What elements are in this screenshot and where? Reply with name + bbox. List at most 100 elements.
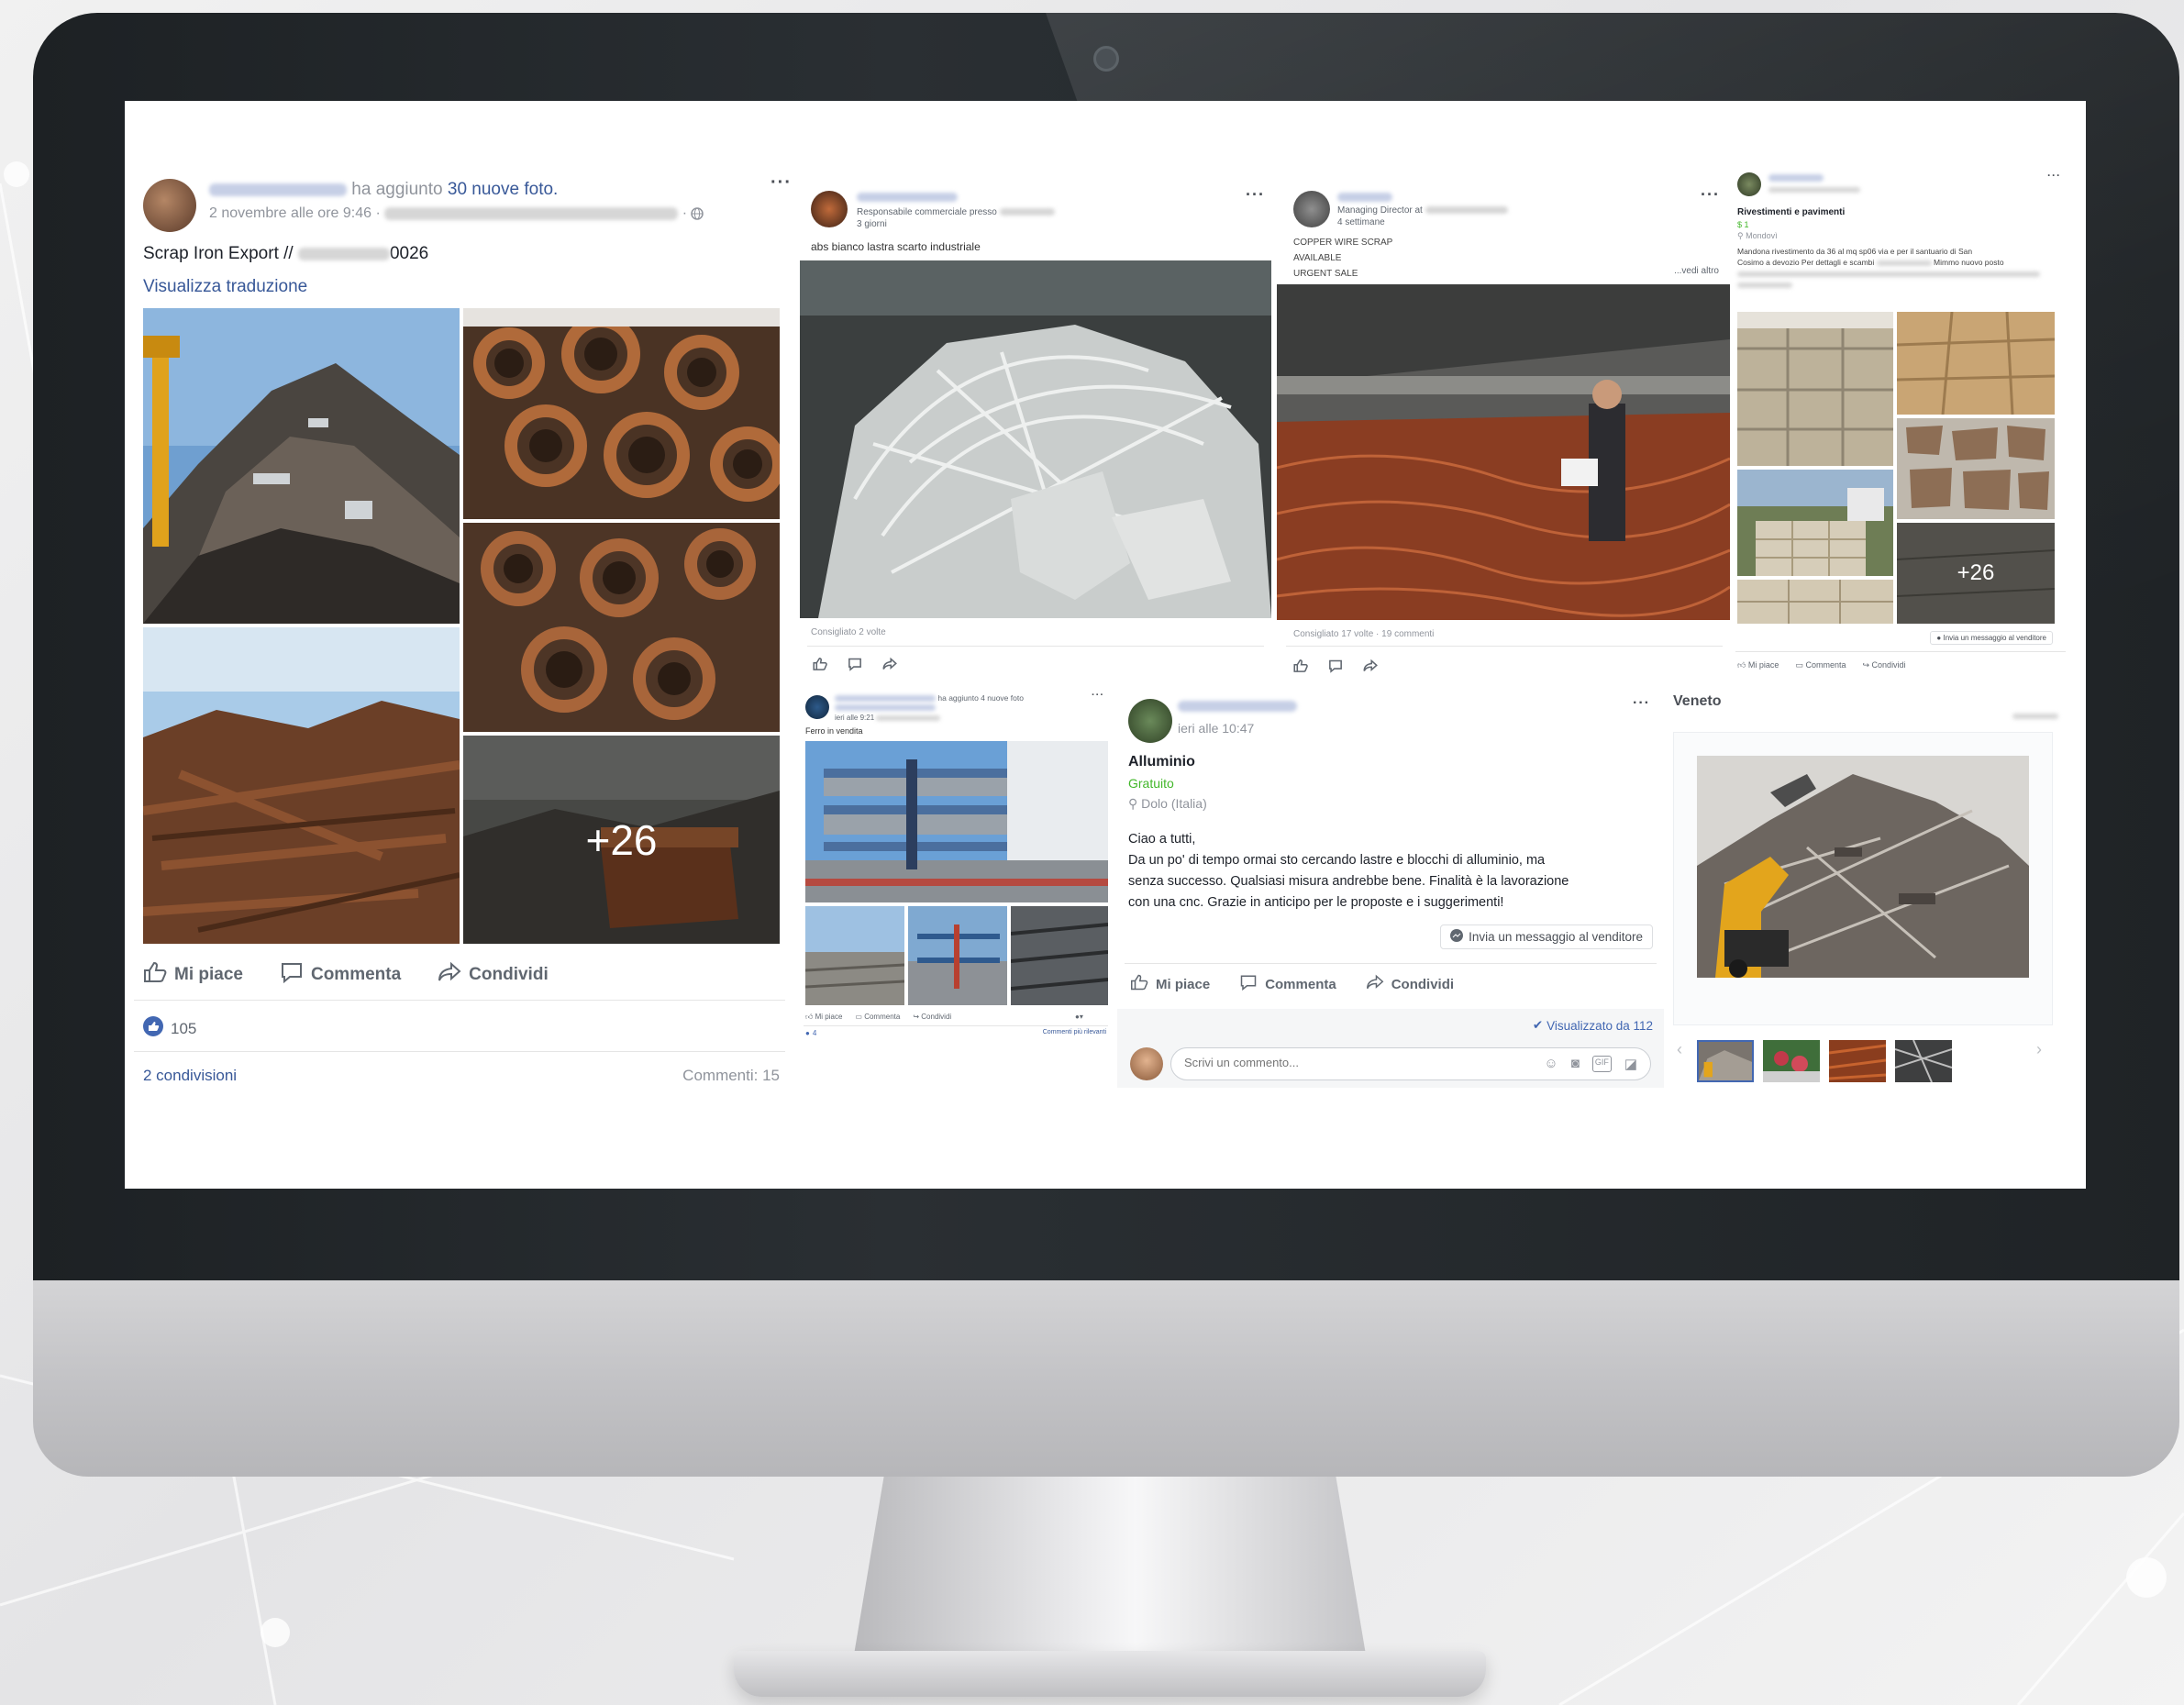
- photo-iron-yard-1[interactable]: [805, 906, 904, 1005]
- like-icon[interactable]: [813, 657, 827, 676]
- gif-icon[interactable]: GIF: [1591, 1056, 1612, 1072]
- thumbnail-4[interactable]: [1895, 1040, 1952, 1082]
- author-name[interactable]: [1337, 193, 1392, 202]
- avatar[interactable]: [811, 191, 848, 227]
- comment-label: Commenta: [1265, 976, 1336, 992]
- more-options-icon[interactable]: ···: [1701, 185, 1720, 205]
- post-date[interactable]: 2 novembre alle ore 9:46: [209, 205, 371, 221]
- time-blurred: [2012, 714, 2058, 719]
- photo-stone-3[interactable]: [1897, 418, 2055, 519]
- chevron-right-icon[interactable]: ›: [2036, 1040, 2042, 1059]
- photo-more[interactable]: +26: [1897, 523, 2055, 624]
- camera-icon[interactable]: ◙: [1571, 1056, 1580, 1072]
- sticker-icon[interactable]: ◪: [1624, 1056, 1637, 1072]
- more-options-icon[interactable]: ···: [1092, 690, 1104, 701]
- share-icon: ↪: [1862, 660, 1870, 670]
- share-button[interactable]: ↪ Condividi: [913, 1013, 951, 1022]
- share-button[interactable]: ↪ Condividi: [1862, 660, 1905, 670]
- divider: [1125, 963, 1657, 964]
- share-icon[interactable]: [1363, 659, 1378, 678]
- post-card-iron-sale: ha aggiunto 4 nuove foto ieri alle 9:21 …: [800, 690, 1112, 1189]
- post-card-aluminium: ieri alle 10:47 ··· Alluminio Gratuito ⚲…: [1117, 690, 1664, 1189]
- like-button[interactable]: 👍︎ Mi piace: [805, 1013, 842, 1022]
- more-options-icon[interactable]: ···: [1633, 695, 1650, 712]
- photo-rusty-beams[interactable]: [143, 627, 460, 944]
- photo-iron-yard-2[interactable]: [908, 906, 1007, 1005]
- reactions-summary[interactable]: ● 4: [805, 1029, 816, 1037]
- desc-blurred: [1737, 282, 1792, 288]
- translate-link[interactable]: Visualizza traduzione: [143, 277, 307, 297]
- photo-iron-rack[interactable]: [805, 741, 1108, 902]
- text-line-3: URGENT SALE: [1293, 269, 1358, 279]
- more-options-icon[interactable]: ···: [1246, 185, 1265, 205]
- reactions-summary[interactable]: 105: [143, 1016, 196, 1041]
- location-pin-icon: ⚲: [1737, 231, 1744, 240]
- comment-icon[interactable]: [848, 657, 862, 676]
- photo-excavator-scrap[interactable]: [1697, 756, 2029, 978]
- avatar[interactable]: [1293, 191, 1330, 227]
- photo-copper-wire[interactable]: [1277, 284, 1730, 620]
- comment-button[interactable]: ▭ Commenta: [1795, 660, 1846, 670]
- thumbnail-3[interactable]: [1829, 1040, 1886, 1082]
- avatar[interactable]: [1737, 172, 1761, 196]
- region-title: Veneto: [1673, 693, 1722, 709]
- author-name[interactable]: [1178, 701, 1297, 712]
- messenger-icon: ●: [1936, 634, 1942, 642]
- photo-scrap-pile[interactable]: [143, 308, 460, 624]
- photo-brake-drums-1[interactable]: [463, 308, 780, 519]
- photo-more[interactable]: +26: [463, 736, 780, 944]
- photo-stone-5[interactable]: [1737, 580, 1893, 624]
- share-button[interactable]: Condividi: [438, 961, 549, 989]
- post-time: ieri alle 9:21: [835, 714, 875, 722]
- author-name[interactable]: [835, 695, 936, 703]
- message-seller-button[interactable]: Invia un messaggio al venditore: [1440, 924, 1653, 949]
- more-options-icon[interactable]: ···: [2047, 169, 2061, 182]
- like-button[interactable]: Mi piace: [1130, 974, 1210, 994]
- thumbnail-2[interactable]: [1763, 1040, 1820, 1082]
- emoji-icon[interactable]: ☺: [1544, 1056, 1558, 1072]
- shares-count[interactable]: 2 condivisioni: [143, 1067, 237, 1085]
- share-icon: [1366, 974, 1384, 994]
- more-photos-overlay[interactable]: +26: [1897, 523, 2055, 624]
- location-blurred: [876, 714, 941, 721]
- like-button[interactable]: 👍︎ Mi piace: [1737, 660, 1779, 670]
- more-options-icon[interactable]: ···: [770, 172, 792, 194]
- comments-count[interactable]: Commenti: 15: [682, 1067, 780, 1085]
- photo-stone-4[interactable]: [1737, 470, 1893, 576]
- photo-stone-1[interactable]: [1737, 312, 1893, 466]
- comment-button[interactable]: Commenta: [1239, 974, 1336, 994]
- photo-stone-2[interactable]: [1897, 312, 2055, 415]
- comment-input-box[interactable]: ☺ ◙ GIF ◪: [1170, 1047, 1651, 1080]
- share-button[interactable]: Condividi: [1366, 974, 1454, 994]
- comment-icon: ▭: [1795, 660, 1803, 670]
- like-label: Mi piace: [1156, 976, 1211, 992]
- reaction-picker[interactable]: ●▾: [1075, 1013, 1083, 1021]
- post-time[interactable]: ieri alle 10:47: [1178, 721, 1254, 736]
- photo-brake-drums-2[interactable]: [463, 523, 780, 732]
- like-icon: 👍︎: [1737, 660, 1746, 670]
- comments-filter[interactable]: Commenti più rilevanti: [1043, 1029, 1106, 1035]
- photo-iron-yard-3[interactable]: [1011, 906, 1108, 1005]
- see-more-link[interactable]: ...vedi altro: [1674, 266, 1719, 276]
- photo-abs-scrap[interactable]: [800, 260, 1271, 618]
- comment-button[interactable]: ▭ Commenta: [855, 1013, 900, 1022]
- photos-link[interactable]: 30 nuove foto.: [448, 180, 558, 199]
- avatar[interactable]: [1128, 699, 1172, 743]
- author-name[interactable]: [1768, 174, 1824, 182]
- seen-by[interactable]: ✔ Visualizzato da 112: [1533, 1018, 1653, 1033]
- comment-input[interactable]: [1184, 1056, 1487, 1069]
- avatar[interactable]: [143, 179, 196, 232]
- like-button[interactable]: Mi piace: [143, 961, 243, 989]
- avatar[interactable]: [805, 695, 829, 719]
- share-icon[interactable]: [882, 657, 897, 676]
- author-name[interactable]: [209, 183, 347, 196]
- comment-button[interactable]: Commenta: [280, 961, 401, 989]
- like-icon[interactable]: [1293, 659, 1308, 678]
- more-photos-overlay[interactable]: +26: [463, 736, 780, 944]
- group-name-blurred[interactable]: [835, 704, 936, 711]
- author-name[interactable]: [857, 193, 958, 202]
- chevron-left-icon[interactable]: ‹: [1677, 1040, 1682, 1059]
- comment-icon[interactable]: [1328, 659, 1343, 678]
- message-seller-button[interactable]: ● Invia un messaggio al venditore: [1930, 631, 2053, 645]
- thumbnail-1[interactable]: [1697, 1040, 1754, 1082]
